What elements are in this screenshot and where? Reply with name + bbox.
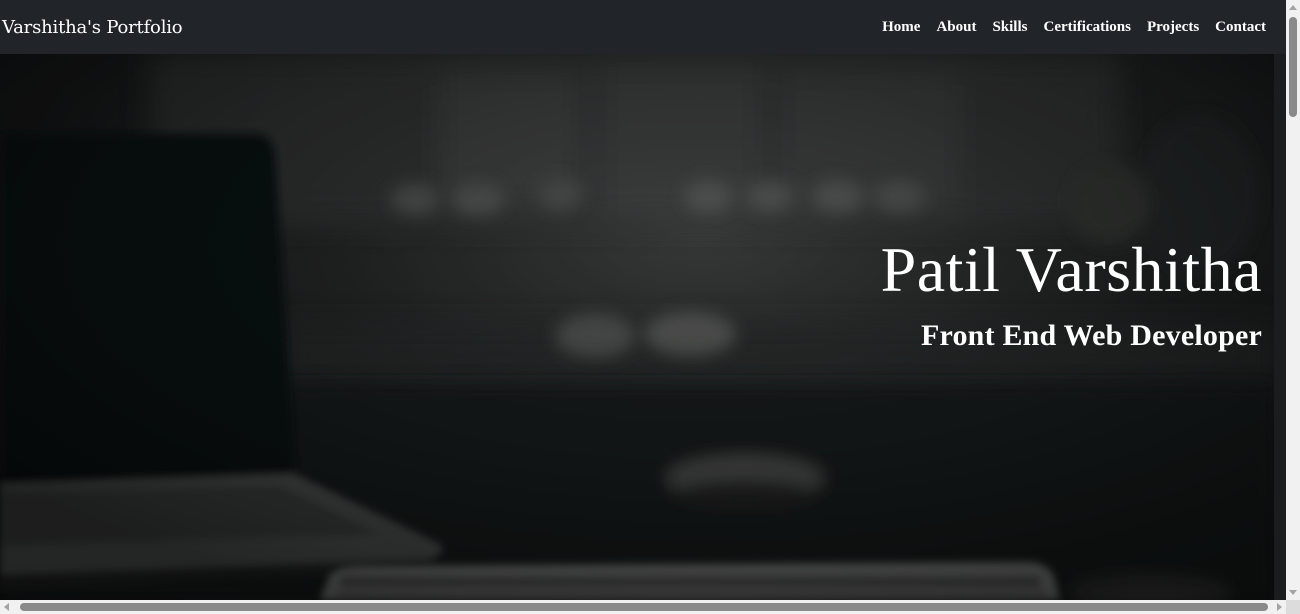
page-viewport: Varshitha's Portfolio Home About Skills … — [0, 0, 1286, 600]
nav-link-certifications[interactable]: Certifications — [1043, 19, 1130, 36]
hero-name: Patil Varshitha — [880, 234, 1262, 305]
nav-links: Home About Skills Certifications Project… — [882, 19, 1266, 36]
nav-link-skills[interactable]: Skills — [992, 19, 1027, 36]
nav-link-contact[interactable]: Contact — [1215, 19, 1266, 36]
horizontal-scroll-thumb[interactable] — [20, 603, 1268, 611]
hero-text: Patil Varshitha Front End Web Developer — [881, 236, 1262, 353]
nav-link-home[interactable]: Home — [882, 19, 920, 36]
nav-link-about[interactable]: About — [936, 19, 976, 36]
scroll-down-arrow-icon[interactable] — [1289, 590, 1297, 595]
hero-section: Patil Varshitha Front End Web Developer — [0, 54, 1274, 600]
vertical-scroll-thumb[interactable] — [1289, 17, 1297, 117]
hero-role: Front End Web Developer — [920, 319, 1262, 353]
navbar: Varshitha's Portfolio Home About Skills … — [0, 0, 1286, 54]
scrollbar-corner — [1286, 600, 1300, 614]
vertical-scrollbar[interactable] — [1286, 0, 1300, 600]
brand-link[interactable]: Varshitha's Portfolio — [2, 17, 183, 38]
nav-link-projects[interactable]: Projects — [1147, 19, 1199, 36]
scroll-right-arrow-icon[interactable] — [1277, 603, 1282, 611]
horizontal-scrollbar[interactable] — [0, 600, 1286, 614]
scroll-left-arrow-icon[interactable] — [4, 603, 9, 611]
scroll-up-arrow-icon[interactable] — [1289, 5, 1297, 10]
